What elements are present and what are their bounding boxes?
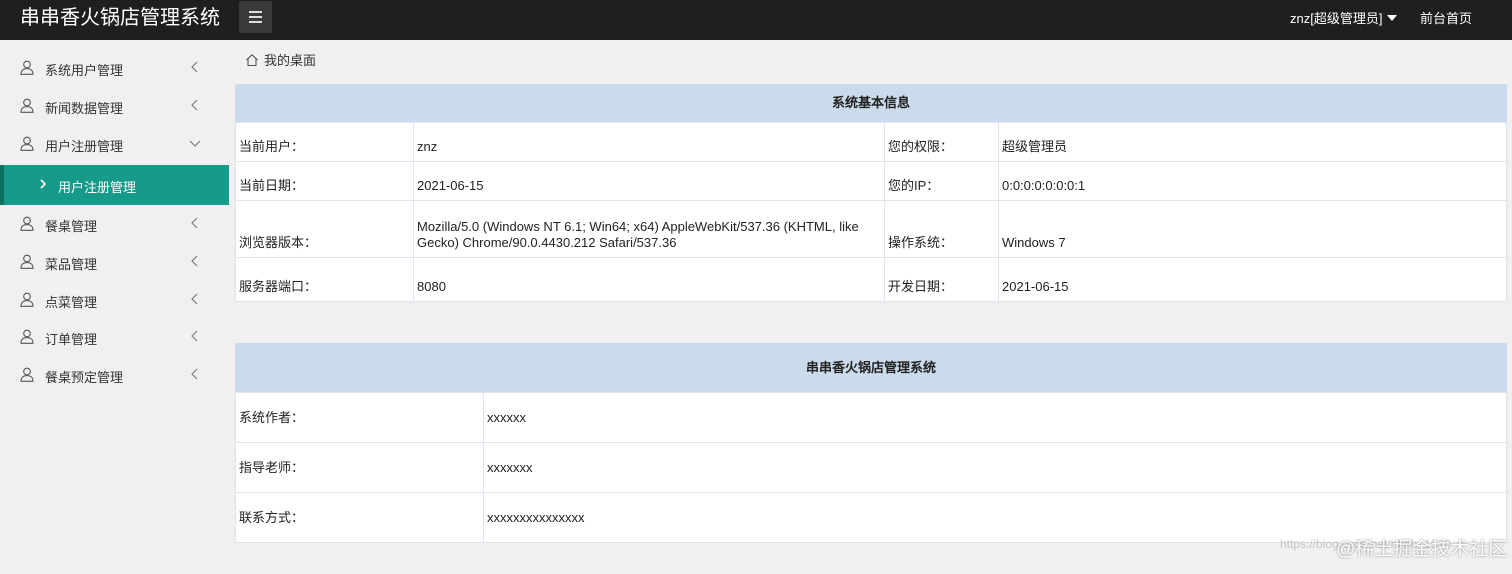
caret-down-icon	[1387, 14, 1398, 21]
sidebar-item-label: 菜品管理	[45, 257, 98, 272]
table-row: 浏览器版本： Mozilla/5.0 (Windows NT 6.1; Win64…	[235, 200, 1507, 258]
user-icon	[20, 329, 34, 344]
info-key: 浏览器版本：	[235, 200, 414, 258]
info-value: 8080	[413, 257, 885, 302]
sidebar-item-label: 新闻数据管理	[45, 101, 124, 116]
chevron-left-icon	[191, 217, 198, 229]
user-icon	[20, 60, 34, 75]
sidebar-item[interactable]: 餐桌预定管理	[0, 356, 229, 394]
about-value: xxxxxx	[483, 392, 1507, 443]
watermark-brand: @稀土掘金技术社区	[1336, 539, 1508, 560]
breadcrumb-label[interactable]: 我的桌面	[264, 50, 316, 69]
chevron-left-icon	[191, 61, 198, 73]
sidebar-item[interactable]: 餐桌管理	[0, 205, 229, 243]
user-icon	[20, 136, 34, 151]
about-table: 系统作者： xxxxxx 指导老师： xxxxxxx 联系方式： xxxxxxxxxxxx…	[235, 392, 1507, 543]
table-row: 当前日期： 2021-06-15 您的IP： 0:0:0:0:0:0:0:1	[235, 161, 1507, 201]
table-row: 联系方式： xxxxxxxxxxxxxxx	[235, 492, 1507, 543]
hamburger-icon	[249, 11, 262, 13]
table-row: 指导老师： xxxxxxx	[235, 442, 1507, 493]
info-key: 当前日期：	[235, 161, 414, 201]
sidebar-item[interactable]: 订单管理	[0, 318, 229, 356]
table-row: 当前用户： znz 您的权限： 超级管理员	[235, 122, 1507, 162]
sidebar-subitem-label: 用户注册管理	[58, 180, 137, 195]
app-title: 串串香火锅店管理系统	[20, 7, 220, 29]
info-key: 开发日期：	[884, 257, 999, 302]
chevron-left-icon	[191, 330, 198, 342]
info-value: 2021-06-15	[413, 161, 885, 201]
sidebar-item[interactable]: 新闻数据管理	[0, 87, 229, 125]
chevron-right-icon	[40, 179, 47, 189]
sidebar-item-label: 点菜管理	[45, 295, 98, 310]
about-key: 指导老师：	[235, 442, 484, 493]
sidebar-item-label: 餐桌管理	[45, 219, 98, 234]
user-icon	[20, 367, 34, 382]
info-value: 0:0:0:0:0:0:0:1	[998, 161, 1507, 201]
system-info-table: 当前用户： znz 您的权限： 超级管理员 当前日期： 2021-06-15 您的IP： 0:…	[235, 122, 1507, 302]
user-icon	[20, 292, 34, 307]
sidebar-subitem-user-register[interactable]: 用户注册管理	[0, 165, 229, 205]
table-row: 系统作者： xxxxxx	[235, 392, 1507, 443]
menu-toggle-button[interactable]	[239, 1, 272, 33]
sidebar-item-label: 系统用户管理	[45, 63, 124, 78]
hamburger-icon	[249, 16, 262, 18]
about-key: 联系方式：	[235, 492, 484, 543]
user-icon	[20, 98, 34, 113]
system-info-panel: 系统基本信息 当前用户： znz 您的权限： 超级管理员 当前日期： 2021-06-15…	[235, 84, 1507, 302]
chevron-left-icon	[191, 99, 198, 111]
table-row: 服务器端口： 8080 开发日期： 2021-06-15	[235, 257, 1507, 302]
info-value: 2021-06-15	[998, 257, 1507, 302]
user-menu-label: znz[超级管理员]	[1290, 11, 1383, 26]
info-key: 您的IP：	[884, 161, 999, 201]
about-title: 串串香火锅店管理系统	[235, 343, 1507, 392]
hamburger-icon	[249, 21, 262, 23]
sidebar-item[interactable]: 用户注册管理	[0, 125, 229, 163]
info-key: 您的权限：	[884, 122, 999, 162]
top-header: 串串香火锅店管理系统 znz[超级管理员] 前台首页	[0, 0, 1512, 40]
system-info-title: 系统基本信息	[235, 84, 1507, 122]
about-panel: 串串香火锅店管理系统 系统作者： xxxxxx 指导老师： xxxxxxx 联系方式： x…	[235, 343, 1507, 543]
info-value: Mozilla/5.0 (Windows NT 6.1; Win64; x64)…	[413, 200, 885, 258]
front-home-link[interactable]: 前台首页	[1420, 8, 1472, 27]
chevron-left-icon	[191, 255, 198, 267]
info-value: znz	[413, 122, 885, 162]
chevron-left-icon	[191, 368, 198, 380]
sidebar: 系统用户管理 新闻数据管理 用户注册管理 餐桌管理 菜品管理 点菜管理 订单管理 餐桌预定管理…	[0, 40, 229, 574]
about-value: xxxxxxx	[483, 442, 1507, 493]
info-value: Windows 7	[998, 200, 1507, 258]
sidebar-item-label: 用户注册管理	[45, 139, 124, 154]
home-icon	[246, 53, 258, 66]
user-icon	[20, 254, 34, 269]
sidebar-item-label: 订单管理	[45, 332, 98, 347]
info-key: 操作系统：	[884, 200, 999, 258]
chevron-down-icon	[189, 140, 201, 147]
sidebar-item[interactable]: 菜品管理	[0, 243, 229, 281]
sidebar-item-label: 餐桌预定管理	[45, 370, 124, 385]
user-menu[interactable]: znz[超级管理员]	[1290, 8, 1398, 27]
info-key: 服务器端口：	[235, 257, 414, 302]
info-key: 当前用户：	[235, 122, 414, 162]
sidebar-item[interactable]: 系统用户管理	[0, 49, 229, 87]
info-value: 超级管理员	[998, 122, 1507, 162]
chevron-left-icon	[191, 293, 198, 305]
breadcrumb: 我的桌面	[245, 50, 316, 69]
about-key: 系统作者：	[235, 392, 484, 443]
sidebar-item[interactable]: 点菜管理	[0, 281, 229, 319]
user-icon	[20, 216, 34, 231]
